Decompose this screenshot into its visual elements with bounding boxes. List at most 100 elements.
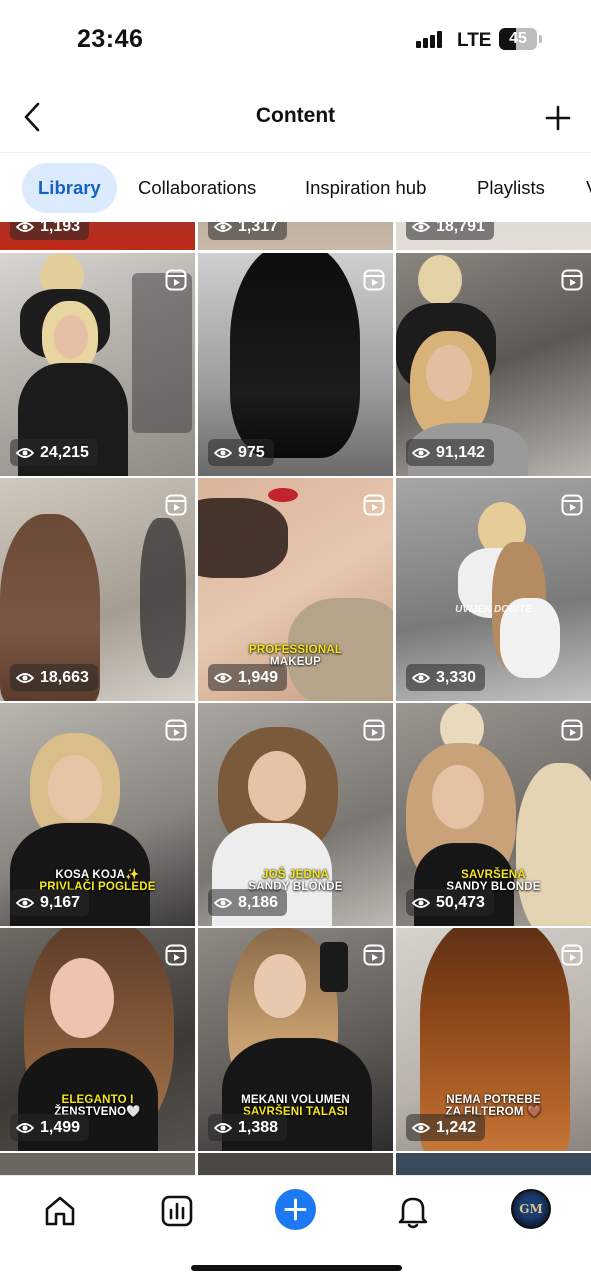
grid-tile[interactable]: 24,215	[0, 253, 195, 476]
tile-overlay-text: UVIJEK DOĐITE	[455, 604, 532, 615]
reel-icon	[165, 944, 187, 966]
eye-icon	[16, 447, 34, 458]
eye-icon	[412, 222, 430, 232]
header-divider	[0, 152, 591, 153]
view-count: 3,330	[406, 664, 486, 691]
caption-line: NEMA POTREBE	[446, 1094, 541, 1106]
reel-icon	[363, 719, 385, 741]
insights-icon	[161, 1195, 193, 1227]
grid-tile[interactable]: KOSA KOJA✨ PRIVLAČI POGLEDE 9,167	[0, 703, 195, 926]
bottom-nav: GM	[0, 1175, 591, 1280]
status-time: 23:46	[77, 25, 144, 53]
eye-icon	[214, 897, 232, 908]
reel-icon	[363, 494, 385, 516]
grid-tile-partial[interactable]: 1,193	[0, 222, 195, 250]
view-count-value: 8,186	[238, 893, 279, 911]
eye-icon	[16, 1122, 34, 1133]
eye-icon	[16, 672, 34, 683]
eye-icon	[214, 447, 232, 458]
caption-line: SAVRŠENA	[461, 869, 526, 881]
reel-icon	[561, 494, 583, 516]
nav-notifications[interactable]	[393, 1191, 433, 1231]
eye-icon	[412, 447, 430, 458]
view-count-value: 3,330	[436, 668, 477, 686]
tab-inspiration-hub[interactable]: Inspiration hub	[305, 163, 426, 213]
view-count-value: 1,499	[40, 1118, 81, 1136]
view-count: 1,193	[10, 222, 90, 240]
grid-tile[interactable]: SAVRŠENA SANDY BLONDE 50,473	[396, 703, 591, 926]
caption-line: KOSA KOJA✨	[55, 869, 140, 881]
grid-tile-partial[interactable]: 18,791	[396, 222, 591, 250]
view-count-value: 91,142	[436, 443, 485, 461]
view-count: 18,663	[10, 664, 98, 691]
eye-icon	[214, 222, 232, 232]
battery-percent: 45	[509, 30, 527, 47]
tab-library[interactable]: Library	[22, 163, 117, 213]
grid-tile[interactable]: NEMA POTREBE ZA FILTEROM 🤎 1,242	[396, 928, 591, 1151]
view-count-value: 975	[238, 443, 265, 461]
eye-icon	[16, 222, 34, 232]
view-count-value: 1,388	[238, 1118, 279, 1136]
grid-tile[interactable]: JOŠ JEDNA SANDY BLONDE 8,186	[198, 703, 393, 926]
tab-playlists[interactable]: Playlists	[477, 163, 545, 213]
view-count: 1,388	[208, 1114, 288, 1141]
grid-tile[interactable]: ELEGANTO I ŽENSTVENO🤍 1,499	[0, 928, 195, 1151]
profile-avatar[interactable]: GM	[511, 1189, 551, 1229]
view-count-value: 9,167	[40, 893, 81, 911]
view-count: 1,499	[10, 1114, 90, 1141]
view-count: 975	[208, 439, 274, 466]
view-count: 50,473	[406, 889, 494, 916]
content-tabs: Library Collaborations Inspiration hub P…	[0, 163, 591, 213]
eye-icon	[412, 897, 430, 908]
create-button[interactable]	[275, 1189, 316, 1230]
page-title: Content	[255, 104, 336, 127]
eye-icon	[16, 897, 34, 908]
grid-tile[interactable]: UVIJEK DOĐITE 3,330	[396, 478, 591, 701]
tab-overflow[interactable]: V	[586, 163, 591, 213]
tab-collaborations[interactable]: Collaborations	[138, 163, 256, 213]
reel-icon	[363, 269, 385, 291]
grid-tile-partial[interactable]	[396, 1153, 591, 1175]
eye-icon	[412, 1122, 430, 1133]
grid-tile[interactable]: 975	[198, 253, 393, 476]
view-count-value: 18,791	[436, 222, 485, 235]
view-count-value: 18,663	[40, 668, 89, 686]
view-count-value: 1,949	[238, 668, 279, 686]
home-icon	[45, 1196, 75, 1226]
eye-icon	[412, 672, 430, 683]
view-count: 1,949	[208, 664, 288, 691]
view-count-value: 1,193	[40, 222, 81, 235]
create-icon	[284, 1198, 307, 1221]
view-count-value: 1,242	[436, 1118, 477, 1136]
grid-tile-partial[interactable]	[198, 1153, 393, 1175]
view-count-value: 50,473	[436, 893, 485, 911]
eye-icon	[214, 672, 232, 683]
grid-tile[interactable]: MEKANI VOLUMEN SAVRŠENI TALASI 1,388	[198, 928, 393, 1151]
reel-icon	[561, 944, 583, 966]
nav-home[interactable]	[40, 1191, 80, 1231]
status-bar: 23:46 LTE 45	[0, 0, 591, 80]
add-content-button[interactable]	[538, 98, 578, 138]
plus-icon	[545, 105, 571, 131]
view-count: 8,186	[208, 889, 288, 916]
battery-icon: 45	[499, 28, 537, 50]
grid-tile-partial[interactable]: 1,317	[198, 222, 393, 250]
view-count: 1,317	[208, 222, 288, 240]
header: Content	[0, 86, 591, 148]
view-count-value: 1,317	[238, 222, 279, 235]
caption-line: PROFESSIONAL	[248, 644, 343, 656]
grid-tile[interactable]: PROFESSIONAL MAKEUP 1,949	[198, 478, 393, 701]
caption-line: ELEGANTO I	[61, 1094, 134, 1106]
view-count: 1,242	[406, 1114, 486, 1141]
reel-icon	[561, 269, 583, 291]
notifications-icon	[398, 1197, 428, 1229]
nav-insights[interactable]	[157, 1191, 197, 1231]
reel-icon	[363, 944, 385, 966]
grid-tile[interactable]: 18,663	[0, 478, 195, 701]
grid-tile-partial[interactable]	[0, 1153, 195, 1175]
home-indicator	[191, 1265, 402, 1271]
view-count: 9,167	[10, 889, 90, 916]
content-grid: 1,193 1,317 18,791 24,215 975 91,142 18,…	[0, 222, 591, 1175]
grid-tile[interactable]: 91,142	[396, 253, 591, 476]
eye-icon	[214, 1122, 232, 1133]
